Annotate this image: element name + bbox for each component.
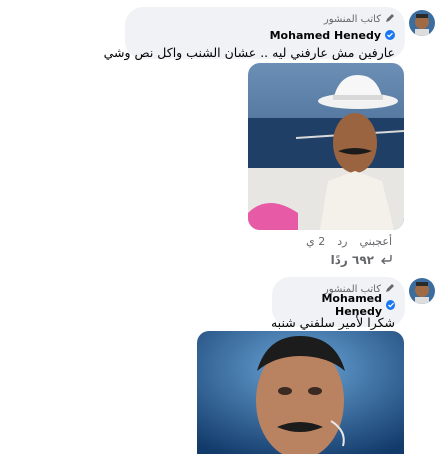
author-name-link[interactable]: Mohamed Henedy — [270, 29, 381, 42]
reply-arrow-icon — [380, 253, 392, 267]
verified-badge-icon — [386, 300, 395, 310]
author-badge-label: كاتب المنشور — [323, 13, 381, 25]
replies-count[interactable]: ٦٩٢ ردًا — [331, 253, 374, 267]
comment-text: عارفين مش عارفني ليه .. عشان الشنب واكل … — [103, 45, 395, 60]
comment-bubble: كاتب المنشور Mohamed Henedy شكرا لأمير س… — [270, 277, 405, 330]
comment-photo[interactable] — [197, 331, 404, 454]
comment-actions: أعجبني رد 2 ي — [306, 235, 392, 248]
view-replies-link[interactable]: ٦٩٢ ردًا — [331, 253, 392, 267]
pencil-icon — [385, 283, 395, 296]
like-button[interactable]: أعجبني — [359, 235, 392, 248]
pencil-icon — [385, 13, 395, 26]
verified-badge-icon — [385, 30, 395, 40]
comment-text: شكرا لأمير سلفني شنبه — [270, 315, 395, 330]
comment-bubble: كاتب المنشور Mohamed Henedy عارفين مش عا… — [103, 7, 405, 60]
comment-timestamp[interactable]: 2 ي — [306, 235, 325, 248]
reply-button[interactable]: رد — [337, 235, 347, 248]
comment-photo[interactable] — [248, 63, 404, 230]
author-badge: كاتب المنشور — [135, 12, 395, 26]
author-avatar[interactable] — [409, 10, 435, 36]
author-avatar[interactable] — [409, 278, 435, 304]
